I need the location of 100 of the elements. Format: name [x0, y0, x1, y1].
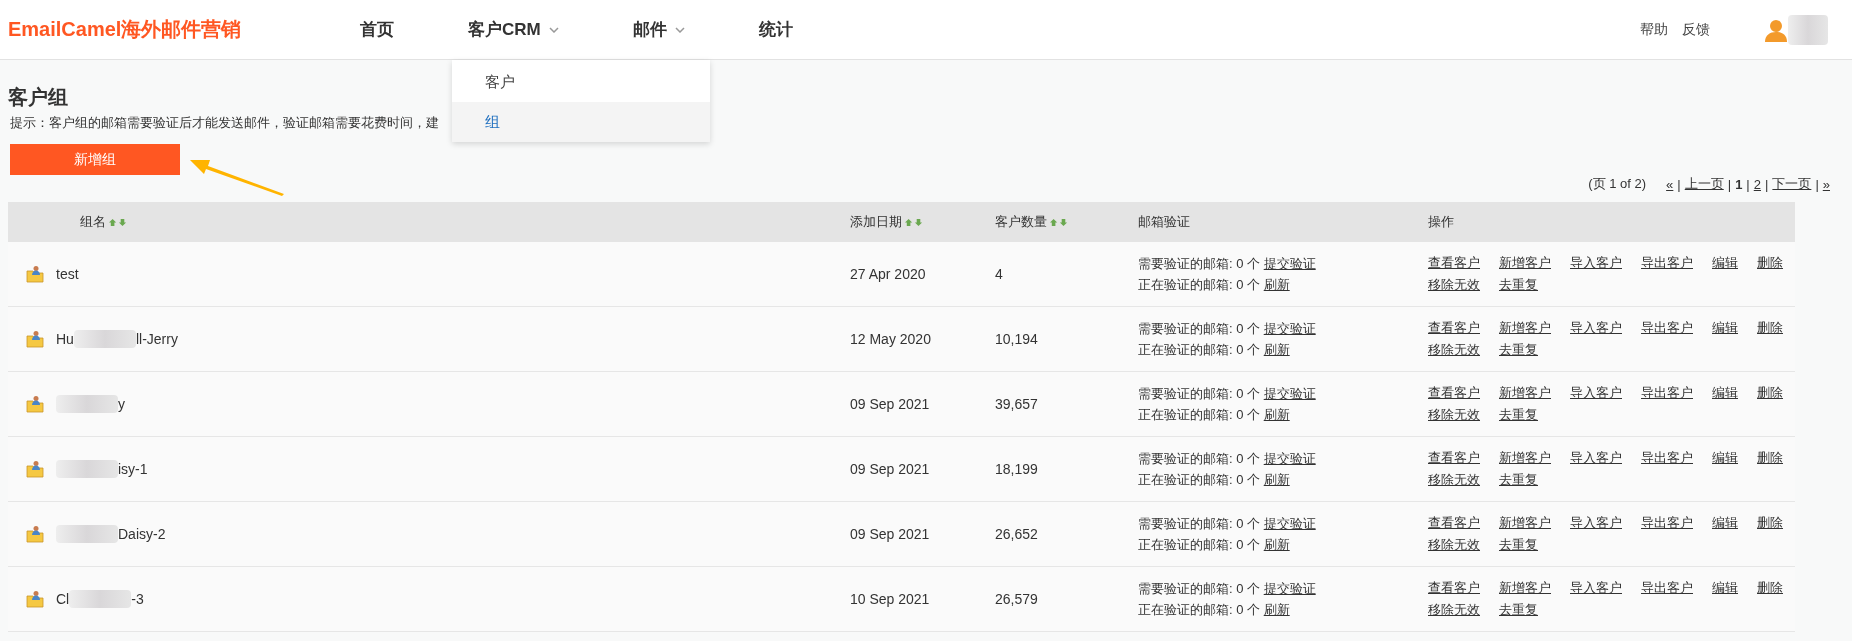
page-link[interactable]: 上一页: [1684, 175, 1724, 193]
verify-link[interactable]: 提交验证: [1263, 581, 1316, 596]
action-link[interactable]: 编辑: [1712, 319, 1738, 337]
verify-link[interactable]: 刷新: [1263, 602, 1290, 617]
group-name[interactable]: Cl: [56, 591, 70, 607]
action-link[interactable]: 新增客户: [1499, 579, 1551, 597]
page-link[interactable]: 2: [1753, 176, 1761, 192]
action-link[interactable]: 导出客户: [1641, 514, 1693, 532]
nav-item[interactable]: 邮件: [632, 18, 685, 41]
verify-link[interactable]: 提交验证: [1263, 321, 1316, 336]
verify-link[interactable]: 刷新: [1263, 472, 1290, 487]
action-link[interactable]: 查看客户: [1428, 579, 1480, 597]
action-link[interactable]: 去重复: [1499, 406, 1551, 424]
group-name[interactable]: test: [56, 266, 79, 282]
action-link[interactable]: 删除: [1757, 254, 1783, 272]
column-header: 邮箱验证: [1138, 213, 1190, 231]
action-link[interactable]: 导入客户: [1570, 514, 1622, 532]
action-link[interactable]: 导入客户: [1570, 579, 1622, 597]
verify-link[interactable]: 提交验证: [1263, 516, 1316, 531]
page-link[interactable]: 1: [1735, 176, 1743, 192]
action-link[interactable]: 去重复: [1499, 536, 1551, 554]
action-link[interactable]: 导出客户: [1641, 579, 1693, 597]
action-link[interactable]: 导出客户: [1641, 254, 1693, 272]
count-cell: 39,657: [995, 396, 1038, 412]
page-title: 客户组: [8, 85, 68, 110]
menu-item[interactable]: 客户: [452, 62, 710, 102]
column-header[interactable]: 组名: [80, 213, 127, 231]
redacted-area: [73, 330, 136, 348]
action-link[interactable]: 去重复: [1499, 276, 1551, 294]
action-link[interactable]: 查看客户: [1428, 384, 1480, 402]
action-link[interactable]: 编辑: [1712, 579, 1738, 597]
action-link[interactable]: 删除: [1757, 384, 1783, 402]
group-name[interactable]: y: [118, 396, 125, 412]
action-link[interactable]: 导入客户: [1570, 254, 1622, 272]
action-link[interactable]: 删除: [1757, 449, 1783, 467]
nav-item[interactable]: 客户CRM: [468, 18, 559, 41]
avatar-icon[interactable]: [1764, 17, 1788, 42]
action-link[interactable]: 删除: [1757, 319, 1783, 337]
action-link[interactable]: 查看客户: [1428, 319, 1480, 337]
verify-link[interactable]: 提交验证: [1263, 386, 1316, 401]
nav-item[interactable]: 统计: [758, 18, 793, 41]
verify-link[interactable]: 刷新: [1263, 342, 1290, 357]
action-link[interactable]: 新增客户: [1499, 319, 1551, 337]
page-link[interactable]: »: [1822, 176, 1830, 192]
action-link[interactable]: 导出客户: [1641, 449, 1693, 467]
action-link[interactable]: 删除: [1757, 514, 1783, 532]
action-link[interactable]: 新增客户: [1499, 449, 1551, 467]
action-link[interactable]: 编辑: [1712, 514, 1738, 532]
column-header[interactable]: 添加日期: [850, 213, 923, 231]
action-link[interactable]: 移除无效: [1428, 406, 1480, 424]
action-link[interactable]: 新增客户: [1499, 384, 1551, 402]
action-link[interactable]: 删除: [1757, 579, 1783, 597]
action-link[interactable]: 编辑: [1712, 254, 1738, 272]
action-link[interactable]: 导入客户: [1570, 384, 1622, 402]
action-link[interactable]: 移除无效: [1428, 471, 1480, 489]
date-cell: 09 Sep 2021: [850, 396, 930, 412]
header-link[interactable]: 反馈: [1682, 20, 1710, 39]
action-link[interactable]: 查看客户: [1428, 514, 1480, 532]
redacted-area: [56, 395, 118, 413]
column-header[interactable]: 客户数量: [995, 213, 1068, 231]
menu-item[interactable]: 组: [452, 102, 710, 142]
page-link[interactable]: 下一页: [1772, 175, 1812, 193]
verify-link[interactable]: 刷新: [1263, 407, 1290, 422]
group-name[interactable]: Daisy-2: [118, 526, 166, 542]
verify-link[interactable]: 提交验证: [1263, 256, 1316, 271]
group-name[interactable]: Hu: [56, 331, 74, 347]
action-link[interactable]: 导出客户: [1641, 319, 1693, 337]
action-link[interactable]: 导出客户: [1641, 384, 1693, 402]
group-name[interactable]: isy-1: [118, 461, 148, 477]
action-link[interactable]: 移除无效: [1428, 601, 1480, 619]
nav-item[interactable]: 首页: [360, 18, 394, 41]
action-link[interactable]: 去重复: [1499, 471, 1551, 489]
page-link[interactable]: «: [1666, 176, 1674, 192]
verify-link[interactable]: 刷新: [1263, 537, 1290, 552]
verify-link[interactable]: 刷新: [1263, 277, 1290, 292]
action-link[interactable]: 去重复: [1499, 341, 1551, 359]
action-link[interactable]: 导入客户: [1570, 319, 1622, 337]
action-link[interactable]: 移除无效: [1428, 341, 1480, 359]
action-link[interactable]: 移除无效: [1428, 276, 1480, 294]
group-name[interactable]: -3: [131, 591, 144, 607]
action-link[interactable]: 查看客户: [1428, 254, 1480, 272]
action-link[interactable]: 去重复: [1499, 601, 1551, 619]
verify-status: 需要验证的邮箱: 0 个: [1138, 516, 1261, 531]
verify-link[interactable]: 提交验证: [1263, 451, 1316, 466]
page-summary: (页 1 of 2): [1588, 175, 1647, 193]
sort-icon[interactable]: [109, 217, 127, 227]
hint-text: 提示：客户组的邮箱需要验证后才能发送邮件，验证邮箱需要花费时间，建: [10, 114, 439, 132]
action-link[interactable]: 新增客户: [1499, 254, 1551, 272]
chevron-down-icon: [548, 26, 559, 33]
group-folder-icon: [26, 590, 44, 608]
sort-icon[interactable]: [905, 217, 923, 227]
action-link[interactable]: 移除无效: [1428, 536, 1480, 554]
header-link[interactable]: 帮助: [1640, 20, 1668, 39]
action-link[interactable]: 编辑: [1712, 449, 1738, 467]
sort-icon[interactable]: [1050, 217, 1068, 227]
group-name[interactable]: ll-Jerry: [135, 331, 178, 347]
action-link[interactable]: 新增客户: [1499, 514, 1551, 532]
action-link[interactable]: 查看客户: [1428, 449, 1480, 467]
action-link[interactable]: 导入客户: [1570, 449, 1622, 467]
action-link[interactable]: 编辑: [1712, 384, 1738, 402]
